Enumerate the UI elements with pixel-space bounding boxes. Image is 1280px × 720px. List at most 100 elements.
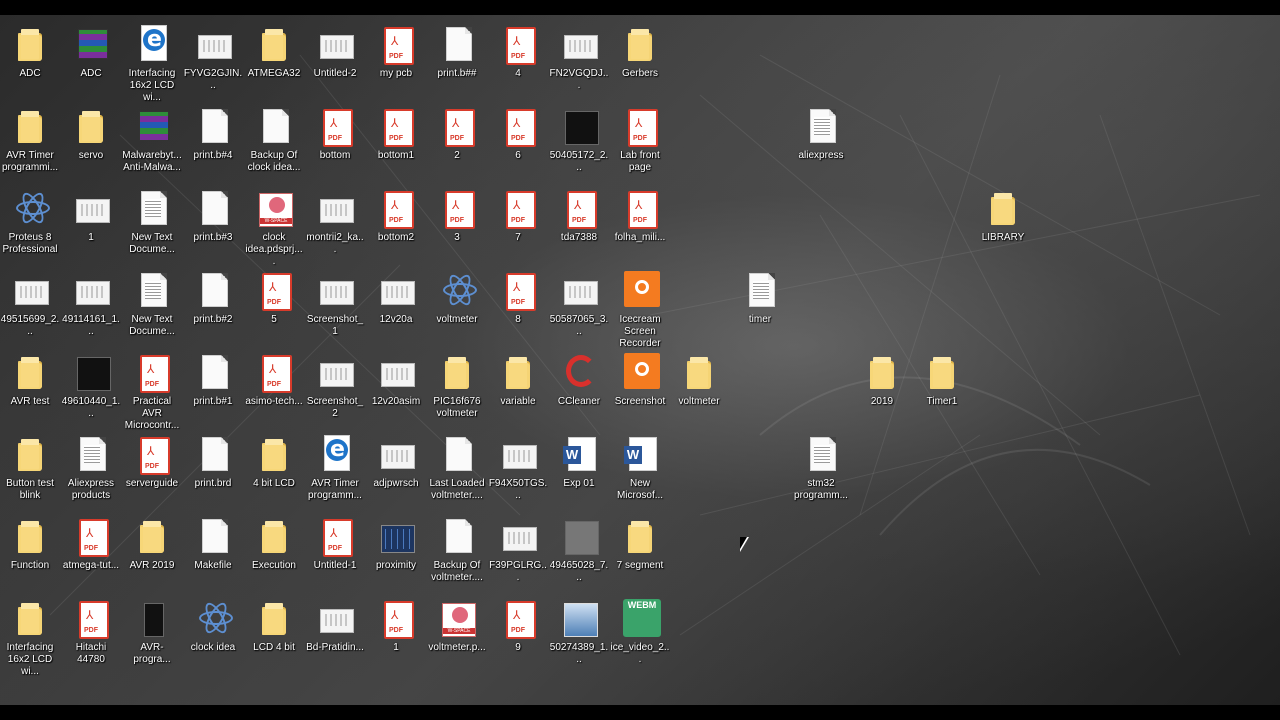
desktop-icon-pdf-3[interactable]: ⅄ PDF 3 (427, 189, 487, 244)
desktop-icon-ice-video[interactable]: WEBM ice_video_2... (610, 599, 670, 666)
desktop-icon-49465028[interactable]: 49465028_7... (549, 517, 609, 584)
desktop-icon-pdf-7[interactable]: ⅄ PDF 7 (488, 189, 548, 244)
desktop-icon-bottom1[interactable]: ⅄ PDF bottom1 (366, 107, 426, 162)
desktop-icon-timer1[interactable]: Timer1 (912, 353, 972, 408)
desktop-icon-atmega-tut[interactable]: ⅄ PDF atmega-tut... (61, 517, 121, 572)
desktop-icon-execution[interactable]: Execution (244, 517, 304, 572)
desktop-icon-tda7388[interactable]: ⅄ PDF tda7388 (549, 189, 609, 244)
desktop-icon-exp-01[interactable]: Exp 01 (549, 435, 609, 490)
desktop-icon-avr-timer-folder[interactable]: AVR Timer programmi... (0, 107, 60, 174)
desktop-icon-lcd-4-bit[interactable]: LCD 4 bit (244, 599, 304, 654)
desktop-icon-pdf-9[interactable]: ⅄ PDF 9 (488, 599, 548, 654)
desktop-icon-50587065[interactable]: 50587065_3... (549, 271, 609, 338)
desktop-icon-screenshot-1[interactable]: Screenshot_1 (305, 271, 365, 338)
desktop-icon-4-bit-lcd[interactable]: 4 bit LCD (244, 435, 304, 490)
folder-icon (506, 357, 530, 389)
desktop-icon-servo[interactable]: servo (61, 107, 121, 162)
desktop-icon-f39pglrg[interactable]: F39PGLRG... (488, 517, 548, 584)
desktop-icon-new-microsoft[interactable]: New Microsof... (610, 435, 670, 502)
desktop-icon-bottom[interactable]: ⅄ PDF bottom (305, 107, 365, 162)
desktop-icon-12v20a[interactable]: 12v20a (366, 271, 426, 326)
desktop-icon-fn2vgqdj[interactable]: FN2VGQDJ... (549, 25, 609, 92)
desktop-icon-variable[interactable]: variable (488, 353, 548, 408)
desktop-icon-montrii2[interactable]: montrii2_ka... (305, 189, 365, 256)
desktop-icon-image-1[interactable]: 1 (61, 189, 121, 244)
desktop-icon-pdf-6[interactable]: ⅄ PDF 6 (488, 107, 548, 162)
desktop-icon-backup-clock-idea[interactable]: Backup Of clock idea... (244, 107, 304, 174)
desktop-icon-print-b1[interactable]: print.b#1 (183, 353, 243, 408)
desktop-icon-avr-progra[interactable]: AVR-progra... (122, 599, 182, 666)
desktop-icon-bd-pratidin[interactable]: Bd-Pratidin... (305, 599, 365, 654)
desktop-icon-last-loaded-voltmeter[interactable]: Last Loaded voltmeter.... (427, 435, 487, 502)
desktop-icon-function[interactable]: Function (0, 517, 60, 572)
desktop-icon-avr-timer-html[interactable]: AVR Timer programm... (305, 435, 365, 502)
desktop-icon-serverguide[interactable]: ⅄ PDF serverguide (122, 435, 182, 490)
desktop-icon-12v20asim[interactable]: 12v20asim (366, 353, 426, 408)
desktop-icon-screenshot-2[interactable]: Screenshot_2 (305, 353, 365, 420)
desktop-icon-proximity[interactable]: proximity (366, 517, 426, 572)
desktop-icon-library[interactable]: LIBRARY (973, 189, 1033, 244)
desktop-icon-7-segment[interactable]: 7 segment (610, 517, 670, 572)
desktop-icon-timer[interactable]: timer (730, 271, 790, 326)
desktop-icon-print-b4[interactable]: print.b#4 (183, 107, 243, 162)
desktop-icon-2019[interactable]: 2019 (852, 353, 912, 408)
desktop-icon-print-brd[interactable]: print.brd (183, 435, 243, 490)
desktop-icon-49114161[interactable]: 49114161_1... (61, 271, 121, 338)
desktop-icon-adc-folder[interactable]: ADC (0, 25, 60, 80)
desktop-icon-bottom2[interactable]: ⅄ PDF bottom2 (366, 189, 426, 244)
desktop-icon-makefile[interactable]: Makefile (183, 517, 243, 572)
desktop-icon-avr-2019[interactable]: AVR 2019 (122, 517, 182, 572)
desktop-icon-clock-idea[interactable]: clock idea (183, 599, 243, 654)
desktop-icon-49515699[interactable]: 49515699_2... (0, 271, 60, 338)
desktop-icon-interfacing-lcd-folder[interactable]: Interfacing 16x2 LCD wi... (0, 599, 60, 678)
desktop-icon-untitled-2[interactable]: Untitled-2 (305, 25, 365, 80)
document-icon (202, 355, 228, 389)
desktop-icon-new-text-doc-2[interactable]: New Text Docume... (122, 271, 182, 338)
desktop-icon-gerbers[interactable]: Gerbers (610, 25, 670, 80)
desktop-icon-50405172[interactable]: 50405172_2... (549, 107, 609, 174)
desktop-icon-pdf-5[interactable]: ⅄ PDF 5 (244, 271, 304, 326)
desktop-icon-proteus-8[interactable]: Proteus 8 Professional (0, 189, 60, 256)
desktop-icon-50274389[interactable]: 50274389_1... (549, 599, 609, 666)
icon-label: Makefile (194, 560, 232, 571)
desktop-icon-clock-idea-pdsprj[interactable]: clock idea.pdsprj.... (244, 189, 304, 268)
desktop-icon-print-b3[interactable]: print.b#3 (183, 189, 243, 244)
desktop-icon-adc-archive[interactable]: ADC (61, 25, 121, 80)
desktop-icon-f94x50tgs[interactable]: F94X50TGS... (488, 435, 548, 502)
desktop-icon-aliexpress[interactable]: aliexpress (791, 107, 851, 162)
desktop-icon-pdf-2[interactable]: ⅄ PDF 2 (427, 107, 487, 162)
desktop-icon-atmega32[interactable]: ATMEGA32 (244, 25, 304, 80)
desktop-icon-button-test-blink[interactable]: Button test blink (0, 435, 60, 502)
desktop-icon-pic16f676-voltmeter[interactable]: PIC16f676 voltmeter (427, 353, 487, 420)
desktop-icon-untitled-1[interactable]: ⅄ PDF Untitled-1 (305, 517, 365, 572)
desktop-icon-practical-avr[interactable]: ⅄ PDF Practical AVR Microcontr... (122, 353, 182, 432)
desktop-icon-interfacing-lcd[interactable]: Interfacing 16x2 LCD wi... (122, 25, 182, 104)
desktop-icon-malwarebytes[interactable]: Malwarebyt... Anti-Malwa... (122, 107, 182, 174)
desktop-icon-pdf-1[interactable]: ⅄ PDF 1 (366, 599, 426, 654)
desktop-icon-voltmeter-folder[interactable]: voltmeter (669, 353, 729, 408)
desktop-icon-avr-test[interactable]: AVR test (0, 353, 60, 408)
desktop-icon-stm32[interactable]: stm32 programm... (791, 435, 851, 502)
icon-label: Lab front page (620, 150, 660, 173)
desktop-icon-voltmeter-p[interactable]: voltmeter.p... (427, 599, 487, 654)
desktop-icon-backup-voltmeter[interactable]: Backup Of voltmeter.... (427, 517, 487, 584)
desktop-icon-screenshot-app[interactable]: Screenshot (610, 353, 670, 408)
desktop-icon-lab-front-page[interactable]: ⅄ PDF Lab front page (610, 107, 670, 174)
desktop-icon-hitachi-44780[interactable]: ⅄ PDF Hitachi 44780 (61, 599, 121, 666)
desktop-icon-adjpwrsch[interactable]: adjpwrsch (366, 435, 426, 490)
desktop-icon-aliexpress-products[interactable]: Aliexpress products (61, 435, 121, 502)
desktop-icon-icecream-recorder[interactable]: Icecream Screen Recorder (610, 271, 670, 350)
desktop-icon-print-b-hash[interactable]: print.b## (427, 25, 487, 80)
desktop-icon-voltmeter-proteus[interactable]: voltmeter (427, 271, 487, 326)
desktop-icon-ccleaner[interactable]: CCleaner (549, 353, 609, 408)
desktop-icon-my-pcb[interactable]: ⅄ PDF my pcb (366, 25, 426, 80)
desktop-icon-asimo-tech[interactable]: ⅄ PDF asimo-tech... (244, 353, 304, 408)
desktop-icon-new-text-doc[interactable]: New Text Docume... (122, 189, 182, 256)
desktop-icon-folha-mili[interactable]: ⅄ PDF folha_mili... (610, 189, 670, 244)
desktop-icon-fyvg2gjin[interactable]: FYVG2GJIN... (183, 25, 243, 92)
desktop-icon-49610440[interactable]: 49610440_1... (61, 353, 121, 420)
desktop-icon-pdf-8[interactable]: ⅄ PDF 8 (488, 271, 548, 326)
desktop-icon-pdf-4[interactable]: ⅄ PDF 4 (488, 25, 548, 80)
desktop-icon-print-b2[interactable]: print.b#2 (183, 271, 243, 326)
icon-label: ATMEGA32 (247, 68, 301, 79)
